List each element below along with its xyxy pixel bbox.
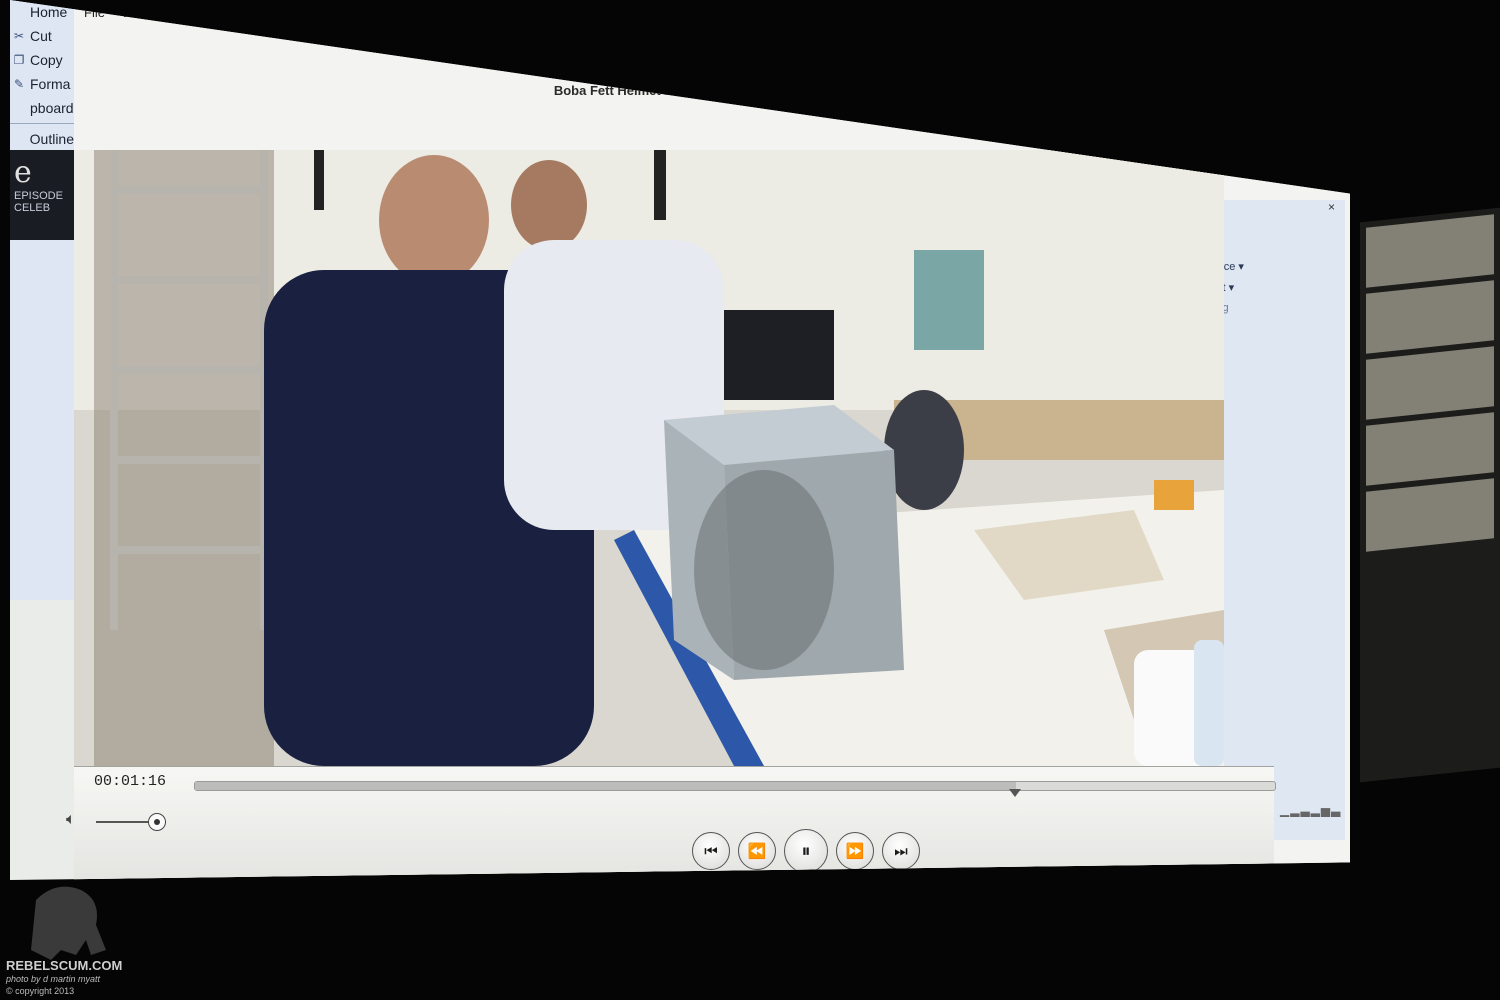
workshop-scene-image	[74, 150, 1224, 766]
scissors-icon: ✂	[13, 29, 25, 43]
poster-panel	[1366, 412, 1494, 486]
menu-view[interactable]: View	[163, 5, 191, 20]
format-painter-icon: ✎	[13, 77, 25, 91]
speaker-icon[interactable]: 🔈︎	[66, 811, 76, 829]
slide-line-2: CELEB	[14, 202, 51, 214]
outline-tab[interactable]: Outline	[10, 127, 74, 151]
ribbon-home-tab[interactable]: Home	[10, 0, 74, 24]
pause-icon: ⏸	[801, 840, 811, 861]
pause-button[interactable]: ⏸	[784, 829, 828, 873]
fast-forward-icon: ⏩	[845, 843, 865, 860]
ribbon-copy-button[interactable]: ❐ Copy	[10, 48, 74, 72]
slide-line-1: EPISODE	[14, 190, 63, 202]
ribbon-format-painter-button[interactable]: ✎ Forma	[10, 72, 74, 96]
fast-forward-button[interactable]: ⏩	[836, 832, 874, 870]
ribbon-divider	[10, 123, 74, 124]
equalizer-icon: ▁▂▃▂▅▃	[1280, 803, 1342, 817]
video-frame[interactable]	[74, 150, 1224, 766]
time-display: 00:01:16	[94, 773, 167, 790]
copy-icon: ❐	[13, 53, 25, 67]
slide-logo-text: e	[14, 155, 32, 190]
window-title: Boba Fett Helmet Molding	[553, 83, 715, 98]
poster-panel	[1366, 280, 1494, 354]
clipboard-icon	[12, 101, 26, 115]
background-poster	[1360, 207, 1500, 783]
watermark-credit: photo by d martin myatt	[6, 974, 101, 984]
seek-bar[interactable]	[194, 781, 1276, 791]
seek-bar-fill	[195, 782, 1016, 790]
poster-panel	[1366, 214, 1494, 288]
home-icon	[12, 5, 26, 19]
menu-help[interactable]: Help	[274, 5, 301, 20]
menu-edit[interactable]: Edit	[123, 5, 145, 20]
slide-thumbnail[interactable]: e EPISODE CELEB	[10, 150, 74, 240]
ribbon-cut-button[interactable]: ✂ Cut	[10, 24, 74, 48]
previous-button[interactable]: ⏮	[692, 832, 730, 870]
poster-panel	[1366, 346, 1494, 420]
next-button[interactable]: ⏭	[882, 832, 920, 870]
pane-close-icon[interactable]: ×	[1328, 200, 1335, 214]
seek-position-marker[interactable]	[1008, 789, 1021, 797]
volume-slider-knob[interactable]	[147, 813, 166, 831]
skip-back-icon: ⏮	[704, 842, 718, 860]
projected-screen: Home ✂ Cut ❐ Copy ✎ Forma pboard Outline…	[10, 0, 1350, 880]
watermark-copyright: © copyright 2013	[6, 986, 75, 996]
menu-bar: File Edit View Window Help	[74, 0, 1350, 24]
player-controls: 00:01:16 🔈︎ ▁▂▃▂▅▃ ⏮ ⏪ ⏸ ⏩ ⏭	[66, 766, 1340, 880]
rewind-button[interactable]: ⏪	[738, 832, 776, 870]
menu-file[interactable]: File	[84, 5, 105, 20]
background-office-panel: Home ✂ Cut ❐ Copy ✎ Forma pboard Outline…	[10, 0, 75, 600]
poster-panel	[1366, 478, 1494, 552]
menu-window[interactable]: Window	[209, 5, 255, 20]
skip-forward-icon: ⏭	[894, 842, 908, 860]
ribbon-clipboard-group-label: pboard	[10, 96, 74, 120]
rewind-icon: ⏪	[747, 843, 767, 860]
transport-buttons: ⏮ ⏪ ⏸ ⏩ ⏭	[692, 829, 920, 873]
media-player-window: File Edit View Window Help Boba Fett Hel…	[66, 0, 1350, 880]
outline-icon	[12, 132, 26, 146]
watermark-site: REBELSCUM.COM	[6, 958, 123, 973]
